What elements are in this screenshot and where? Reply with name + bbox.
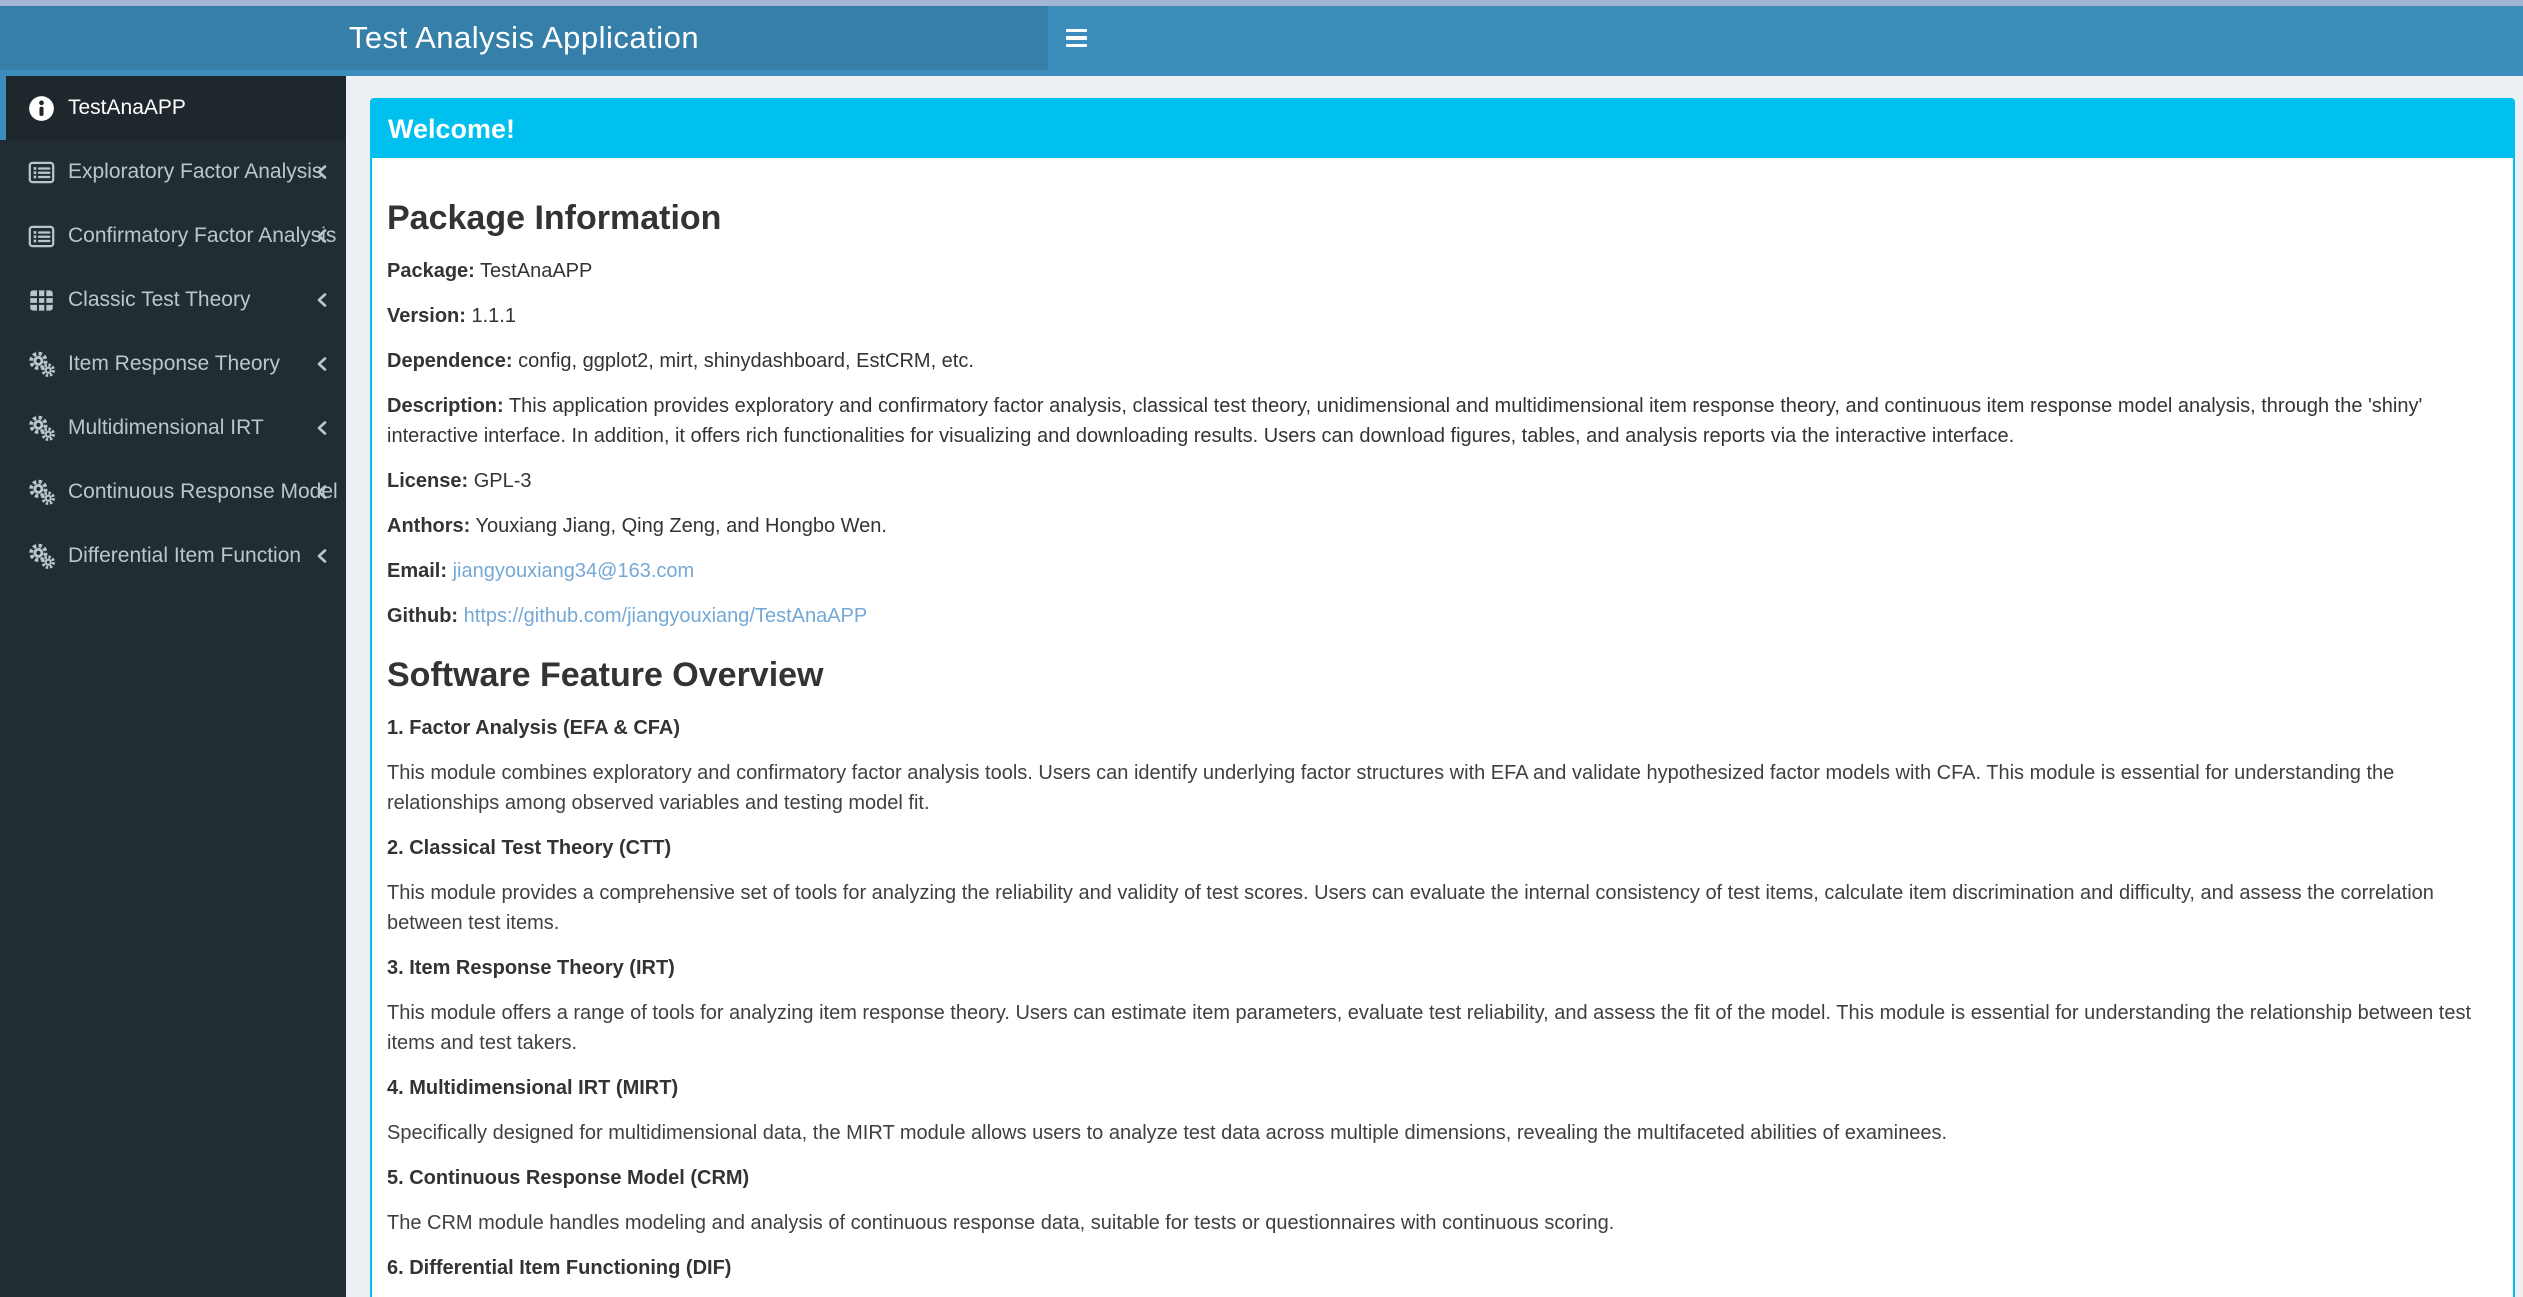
sidebar-item-differential-item-function[interactable]: Differential Item Function — [0, 524, 346, 588]
field-label: Email: — [387, 560, 448, 582]
field-license: License: GPL-3 — [387, 466, 2495, 496]
features-heading: Software Feature Overview — [387, 656, 824, 694]
chevron-left-icon — [311, 353, 333, 375]
feature-title: 6. Differential Item Functioning (DIF) — [387, 1257, 732, 1279]
chevron-left-icon — [311, 417, 333, 439]
feature-description: The CRM module handles modeling and anal… — [387, 1212, 1615, 1234]
field-label: Dependence: — [387, 350, 513, 372]
feature-title: 1. Factor Analysis (EFA & CFA) — [387, 717, 681, 739]
feature-description: This module offers a range of tools for … — [387, 1002, 2472, 1054]
sidebar-item-label: Continuous Response Model — [68, 480, 338, 503]
cogs-icon — [28, 543, 55, 570]
sidebar-item-item-response-theory[interactable]: Item Response Theory — [0, 332, 346, 396]
sidebar-item-label: Differential Item Function — [68, 544, 302, 567]
welcome-box-body: Package Information Package: TestAnaAPP … — [372, 158, 2513, 1297]
field-value: TestAnaAPP — [480, 260, 593, 282]
sidebar-item-label: Multidimensional IRT — [68, 416, 264, 439]
sidebar-item-multidimensional-irt[interactable]: Multidimensional IRT — [0, 396, 346, 460]
welcome-box-title: Welcome! — [388, 113, 516, 144]
list-alt-icon — [28, 159, 55, 186]
th-grid-icon — [28, 287, 55, 314]
field-version: Version: 1.1.1 — [387, 301, 2495, 331]
chevron-left-icon — [311, 545, 333, 567]
cogs-icon — [28, 351, 55, 378]
feature-description: Specifically designed for multidimension… — [387, 1122, 1948, 1144]
field-value: config, ggplot2, mirt, shinydashboard, E… — [518, 350, 974, 372]
email-link[interactable]: jiangyouxiang34@163.com — [453, 560, 695, 582]
app-header: Test Analysis Application — [0, 0, 2523, 76]
field-value: This application provides exploratory an… — [387, 395, 2423, 447]
chevron-left-icon — [311, 289, 333, 311]
sidebar-item-confirmatory-factor-analysis[interactable]: Confirmatory Factor Analysis — [0, 204, 346, 268]
field-package: Package: TestAnaAPP — [387, 256, 2495, 286]
field-label: Description: — [387, 395, 504, 417]
welcome-box-header: Welcome! — [372, 100, 2513, 158]
sidebar-item-label: Exploratory Factor Analysis — [68, 160, 323, 183]
field-value: 1.1.1 — [471, 305, 516, 327]
cogs-icon — [28, 415, 55, 442]
chevron-left-icon — [311, 225, 333, 247]
sidebar-item-exploratory-factor-analysis[interactable]: Exploratory Factor Analysis — [0, 140, 346, 204]
sidebar-item-classic-test-theory[interactable]: Classic Test Theory — [0, 268, 346, 332]
package-info-heading: Package Information — [387, 199, 722, 237]
field-label: License: — [387, 470, 469, 492]
field-dependence: Dependence: config, ggplot2, mirt, shiny… — [387, 346, 2495, 376]
sidebar-item-label: Item Response Theory — [68, 352, 281, 375]
sidebar-item-label: Confirmatory Factor Analysis — [68, 224, 337, 247]
field-description: Description: This application provides e… — [387, 391, 2495, 451]
sidebar-item-continuous-response-model[interactable]: Continuous Response Model — [0, 460, 346, 524]
field-label: Anthors: — [387, 515, 471, 537]
field-github: Github: https://github.com/jiangyouxiang… — [387, 601, 2495, 631]
info-circle-icon — [28, 95, 55, 122]
cogs-icon — [28, 479, 55, 506]
field-label: Package: — [387, 260, 475, 282]
sidebar-item-label: TestAnaAPP — [68, 96, 186, 119]
window-top-edge — [0, 0, 2523, 6]
github-link[interactable]: https://github.com/jiangyouxiang/TestAna… — [464, 605, 868, 627]
welcome-box: Welcome! Package Information Package: Te… — [370, 98, 2515, 1297]
sidebar-toggle-button[interactable] — [1048, 6, 1104, 70]
field-value: Youxiang Jiang, Qing Zeng, and Hongbo We… — [475, 515, 887, 537]
feature-title: 2. Classical Test Theory (CTT) — [387, 837, 672, 859]
feature-description: This module provides a comprehensive set… — [387, 882, 2434, 934]
sidebar-item-label: Classic Test Theory — [68, 288, 251, 311]
sidebar-menu: TestAnaAPP Exploratory Factor Analysis C… — [0, 76, 346, 588]
main-content: Welcome! Package Information Package: Te… — [346, 76, 2523, 1297]
field-email: Email: jiangyouxiang34@163.com — [387, 556, 2495, 586]
sidebar-item-testanaapp[interactable]: TestAnaAPP — [0, 76, 346, 140]
feature-title: 5. Continuous Response Model (CRM) — [387, 1167, 750, 1189]
feature-title: 3. Item Response Theory (IRT) — [387, 957, 675, 979]
field-label: Version: — [387, 305, 466, 327]
feature-title: 4. Multidimensional IRT (MIRT) — [387, 1077, 679, 1099]
chevron-left-icon — [311, 161, 333, 183]
app-title: Test Analysis Application — [348, 20, 700, 55]
app-logo: Test Analysis Application — [0, 6, 1048, 70]
list-alt-icon — [28, 223, 55, 250]
sidebar: TestAnaAPP Exploratory Factor Analysis C… — [0, 76, 346, 1297]
field-value: GPL-3 — [473, 470, 532, 492]
field-anthors: Anthors: Youxiang Jiang, Qing Zeng, and … — [387, 511, 2495, 541]
chevron-left-icon — [311, 481, 333, 503]
field-label: Github: — [387, 605, 459, 627]
feature-description: This module combines exploratory and con… — [387, 762, 2395, 814]
